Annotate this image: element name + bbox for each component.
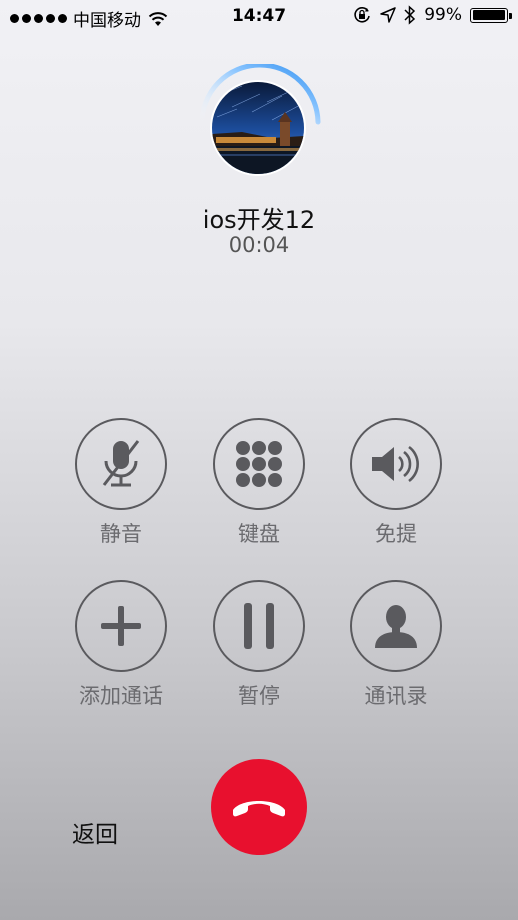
contacts-button[interactable] bbox=[350, 580, 442, 672]
hold-button[interactable] bbox=[213, 580, 305, 672]
avatar bbox=[210, 80, 306, 176]
add-call-label: 添加通话 bbox=[79, 684, 163, 708]
bluetooth-icon bbox=[404, 5, 416, 25]
mute-label: 静音 bbox=[100, 522, 142, 546]
contacts-control: 通讯录 bbox=[328, 580, 464, 710]
keypad-control: 键盘 bbox=[191, 418, 327, 548]
hang-up-icon bbox=[233, 801, 285, 817]
contact-person-icon bbox=[375, 605, 417, 648]
end-call-button[interactable] bbox=[211, 759, 307, 855]
pause-icon bbox=[244, 603, 274, 649]
contacts-label: 通讯录 bbox=[364, 684, 428, 708]
orientation-lock-icon bbox=[354, 7, 370, 23]
battery-icon bbox=[470, 7, 512, 23]
location-icon bbox=[380, 7, 396, 23]
speaker-icon bbox=[372, 445, 419, 483]
speaker-control: 免提 bbox=[328, 418, 464, 548]
hold-control: 暂停 bbox=[191, 580, 327, 710]
add-call-control: 添加通话 bbox=[53, 580, 189, 710]
keypad-button[interactable] bbox=[213, 418, 305, 510]
speaker-button[interactable] bbox=[350, 418, 442, 510]
plus-icon bbox=[101, 606, 141, 646]
mute-control: 静音 bbox=[53, 418, 189, 548]
mute-button[interactable] bbox=[75, 418, 167, 510]
keypad-label: 键盘 bbox=[238, 522, 280, 546]
contact-name: ios开发12 bbox=[202, 206, 316, 234]
mute-microphone-icon bbox=[102, 440, 140, 487]
status-bar: 中国移动 14:47 99% bbox=[0, 0, 518, 34]
status-right: 99% bbox=[352, 5, 512, 25]
speaker-label: 免提 bbox=[375, 522, 417, 546]
call-duration: 00:04 bbox=[228, 233, 290, 257]
battery-fill bbox=[472, 10, 506, 20]
hold-label: 暂停 bbox=[238, 684, 280, 708]
back-button[interactable]: 返回 bbox=[72, 815, 118, 849]
caller-avatar-area bbox=[194, 64, 324, 184]
keypad-icon bbox=[236, 441, 282, 487]
battery-percent: 99% bbox=[424, 5, 462, 25]
add-call-button[interactable] bbox=[75, 580, 167, 672]
avatar-photo bbox=[212, 82, 304, 174]
